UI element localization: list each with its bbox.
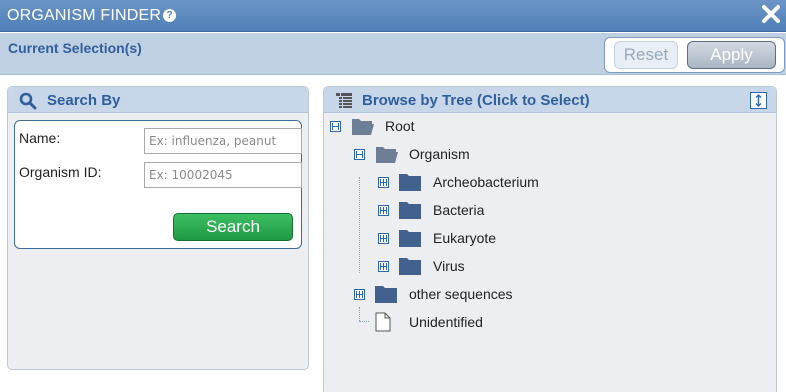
search-icon — [19, 92, 37, 110]
folder-icon — [399, 230, 421, 247]
tree-node-label: Archeobacterium — [433, 174, 539, 190]
open-folder-icon — [352, 119, 374, 135]
tree-node-unidentified[interactable]: Unidentified — [354, 311, 574, 335]
search-by-title: Search By — [47, 92, 121, 109]
tree-node-other-sequences[interactable]: other sequences — [354, 283, 574, 307]
expand-icon[interactable] — [750, 92, 767, 109]
tree-node-archeobacterium[interactable]: Archeobacterium — [378, 171, 578, 195]
name-input[interactable] — [144, 128, 302, 154]
expand-toggle-icon[interactable] — [378, 205, 389, 216]
folder-icon — [399, 202, 421, 219]
tree-node-label: Virus — [433, 258, 465, 274]
window-title: ORGANISM FINDER — [7, 7, 162, 24]
organism-id-label: Organism ID: — [19, 164, 102, 180]
folder-icon — [399, 258, 421, 275]
tree-node-organism[interactable]: Organism — [354, 143, 554, 167]
search-form: Name: Organism ID: Search — [14, 120, 302, 249]
tree-node-virus[interactable]: Virus — [378, 255, 578, 279]
folder-icon — [375, 286, 397, 303]
title-bar: ORGANISM FINDER ? — [0, 0, 786, 32]
expand-toggle-icon[interactable] — [378, 261, 389, 272]
collapse-toggle-icon[interactable] — [330, 121, 341, 132]
tree-node-label: Root — [385, 118, 415, 134]
browse-tree-header: Browse by Tree (Click to Select) — [324, 87, 776, 113]
tree-node-label: Bacteria — [433, 202, 485, 218]
tree-list-icon — [336, 93, 352, 108]
help-icon[interactable]: ? — [163, 9, 176, 22]
tree-node-eukaryote[interactable]: Eukaryote — [378, 227, 578, 251]
expand-toggle-icon[interactable] — [378, 233, 389, 244]
close-icon[interactable] — [760, 3, 782, 25]
tree-node-bacteria[interactable]: Bacteria — [378, 199, 578, 223]
tree-node-label: Unidentified — [409, 314, 483, 330]
current-selection-label: Current Selection(s) — [8, 40, 142, 56]
reset-button[interactable]: Reset — [614, 41, 678, 69]
folder-icon — [399, 174, 421, 191]
open-folder-icon — [376, 147, 398, 163]
browse-tree-title: Browse by Tree (Click to Select) — [362, 92, 590, 109]
document-icon — [375, 312, 391, 332]
collapse-toggle-icon[interactable] — [354, 149, 365, 160]
browse-tree-panel: Browse by Tree (Click to Select) Root Or… — [323, 86, 777, 392]
search-by-panel: Search By Name: Organism ID: Search — [7, 86, 309, 370]
selection-button-group: Reset Apply — [604, 37, 785, 73]
expand-toggle-icon[interactable] — [378, 177, 389, 188]
tree-node-label: other sequences — [409, 286, 513, 302]
search-by-header: Search By — [8, 87, 308, 113]
apply-button[interactable]: Apply — [687, 41, 776, 69]
expand-toggle-icon[interactable] — [354, 289, 365, 300]
organism-id-input[interactable] — [144, 162, 302, 188]
search-button[interactable]: Search — [173, 213, 293, 241]
tree-node-label: Organism — [409, 146, 470, 162]
tree-node-label: Eukaryote — [433, 230, 497, 246]
current-selection-bar: Current Selection(s) Reset Apply — [0, 33, 786, 75]
tree-connector — [359, 177, 360, 273]
tree-node-root[interactable]: Root — [330, 115, 530, 139]
name-label: Name: — [19, 130, 61, 146]
